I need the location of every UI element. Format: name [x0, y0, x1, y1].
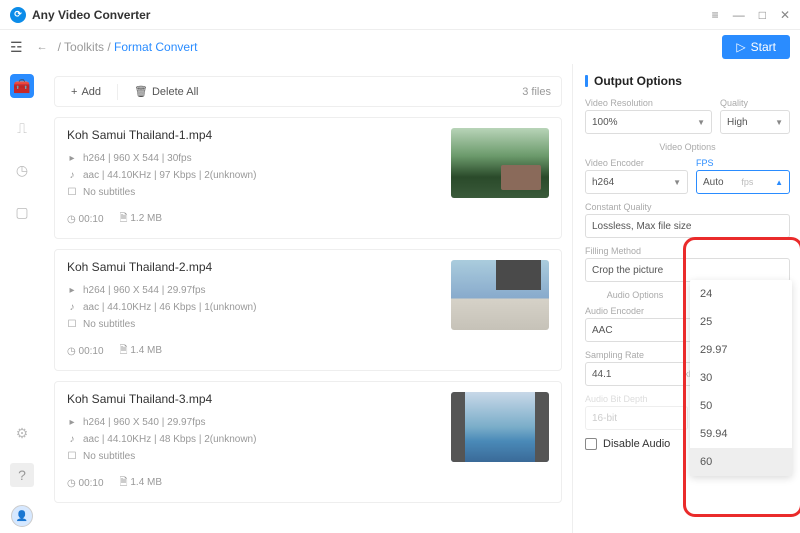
output-title: Output Options — [585, 74, 790, 88]
back-button[interactable]: ← — [37, 41, 48, 53]
titlebar: ⟳ Any Video Converter ≡ ― □ ✕ — [0, 0, 800, 30]
video-icon: ▸ — [67, 150, 77, 167]
fps-option[interactable]: 59.94 — [690, 420, 792, 448]
chevron-down-icon: ▼ — [697, 118, 705, 127]
main-panel: +Add 🗑Delete All 3 files Koh Samui Thail… — [44, 64, 572, 533]
crumb-toolkits[interactable]: Toolkits — [64, 40, 104, 54]
audio-bit-depth-select: 16-bit — [585, 406, 688, 430]
file-icon: 🗎 1.4 MB — [120, 343, 163, 360]
audio-icon: ♪ — [67, 299, 77, 316]
file-name: Koh Samui Thailand-1.mp4 — [67, 128, 451, 142]
fps-option[interactable]: 60 — [690, 448, 792, 476]
window-maximize-icon[interactable]: □ — [759, 8, 766, 22]
sidebar-stats-icon[interactable]: ⎍ — [10, 116, 34, 140]
sidebar-help-icon[interactable]: ? — [10, 463, 34, 487]
constant-quality-label: Constant Quality — [585, 202, 790, 212]
toolbar: ☲ ← / Toolkits / Format Convert ▷ Start — [0, 30, 800, 64]
file-name: Koh Samui Thailand-2.mp4 — [67, 260, 451, 274]
play-icon: ▷ — [736, 40, 745, 54]
video-resolution-label: Video Resolution — [585, 98, 712, 108]
fps-option[interactable]: 25 — [690, 308, 792, 336]
subtitle-icon: ☐ — [67, 448, 77, 465]
file-icon: 🗎 1.4 MB — [120, 475, 163, 492]
chevron-down-icon: ▼ — [775, 118, 783, 127]
video-encoder-label: Video Encoder — [585, 158, 688, 168]
audio-icon: ♪ — [67, 431, 77, 448]
window-menu-icon[interactable]: ≡ — [712, 8, 719, 22]
file-card[interactable]: Koh Samui Thailand-1.mp4 ▸h264 | 960 X 5… — [54, 117, 562, 239]
video-resolution-select[interactable]: 100%▼ — [585, 110, 712, 134]
constant-quality-select[interactable]: Lossless, Max file size — [585, 214, 790, 238]
video-icon: ▸ — [67, 414, 77, 431]
app-name: Any Video Converter — [32, 8, 150, 22]
siderail: 🧰 ⎍ ◷ ▢ ⚙ ? 👤 — [0, 64, 44, 533]
file-card[interactable]: Koh Samui Thailand-3.mp4 ▸h264 | 960 X 5… — [54, 381, 562, 503]
subtitle-icon: ☐ — [67, 316, 77, 333]
audio-options-label: Audio Options — [585, 290, 685, 300]
chevron-down-icon: ▼ — [673, 178, 681, 187]
file-count: 3 files — [522, 86, 551, 98]
file-card[interactable]: Koh Samui Thailand-2.mp4 ▸h264 | 960 X 5… — [54, 249, 562, 371]
add-button[interactable]: +Add — [65, 84, 107, 100]
video-encoder-select[interactable]: h264▼ — [585, 170, 688, 194]
fps-option[interactable]: 50 — [690, 392, 792, 420]
subtitle-icon: ☐ — [67, 184, 77, 201]
checkbox-icon — [585, 438, 597, 450]
menu-icon[interactable]: ☲ — [10, 39, 23, 56]
sidebar-bookmark-icon[interactable]: ▢ — [10, 200, 34, 224]
plus-icon: + — [71, 86, 77, 98]
sidebar-toolbox-icon[interactable]: 🧰 — [10, 74, 34, 98]
window-minimize-icon[interactable]: ― — [733, 8, 745, 22]
audio-icon: ♪ — [67, 167, 77, 184]
clock-icon: ◷ 00:10 — [67, 346, 104, 357]
breadcrumb: / Toolkits / Format Convert — [58, 40, 198, 54]
thumbnail — [451, 392, 549, 462]
app-logo-icon: ⟳ — [10, 7, 26, 23]
window-close-icon[interactable]: ✕ — [780, 8, 790, 22]
main-header: +Add 🗑Delete All 3 files — [54, 76, 562, 107]
fps-dropdown: 24 25 29.97 30 50 59.94 60 — [690, 280, 792, 476]
thumbnail — [451, 260, 549, 330]
fps-option[interactable]: 30 — [690, 364, 792, 392]
fps-select[interactable]: Autofps▲ — [696, 170, 790, 194]
trash-icon: 🗑 — [134, 85, 148, 98]
video-icon: ▸ — [67, 282, 77, 299]
video-options-label: Video Options — [585, 142, 790, 152]
file-name: Koh Samui Thailand-3.mp4 — [67, 392, 451, 406]
fps-option[interactable]: 24 — [690, 280, 792, 308]
thumbnail — [451, 128, 549, 198]
file-icon: 🗎 1.2 MB — [120, 211, 163, 228]
output-panel: Output Options Video Resolution 100%▼ Qu… — [572, 64, 800, 533]
fps-option[interactable]: 29.97 — [690, 336, 792, 364]
clock-icon: ◷ 00:10 — [67, 214, 104, 225]
filling-method-select[interactable]: Crop the picture — [585, 258, 790, 282]
avatar[interactable]: 👤 — [11, 505, 33, 527]
sidebar-clock-icon[interactable]: ◷ — [10, 158, 34, 182]
chevron-up-icon: ▲ — [775, 178, 783, 187]
delete-all-button[interactable]: 🗑Delete All — [128, 83, 204, 100]
quality-select[interactable]: High▼ — [720, 110, 790, 134]
sidebar-settings-icon[interactable]: ⚙ — [10, 421, 34, 445]
start-button[interactable]: ▷ Start — [722, 35, 790, 59]
filling-method-label: Filling Method — [585, 246, 790, 256]
clock-icon: ◷ 00:10 — [67, 478, 104, 489]
audio-bit-depth-label: Audio Bit Depth — [585, 394, 688, 404]
quality-label: Quality — [720, 98, 790, 108]
fps-label: FPS — [696, 158, 790, 168]
crumb-current[interactable]: Format Convert — [114, 40, 197, 54]
